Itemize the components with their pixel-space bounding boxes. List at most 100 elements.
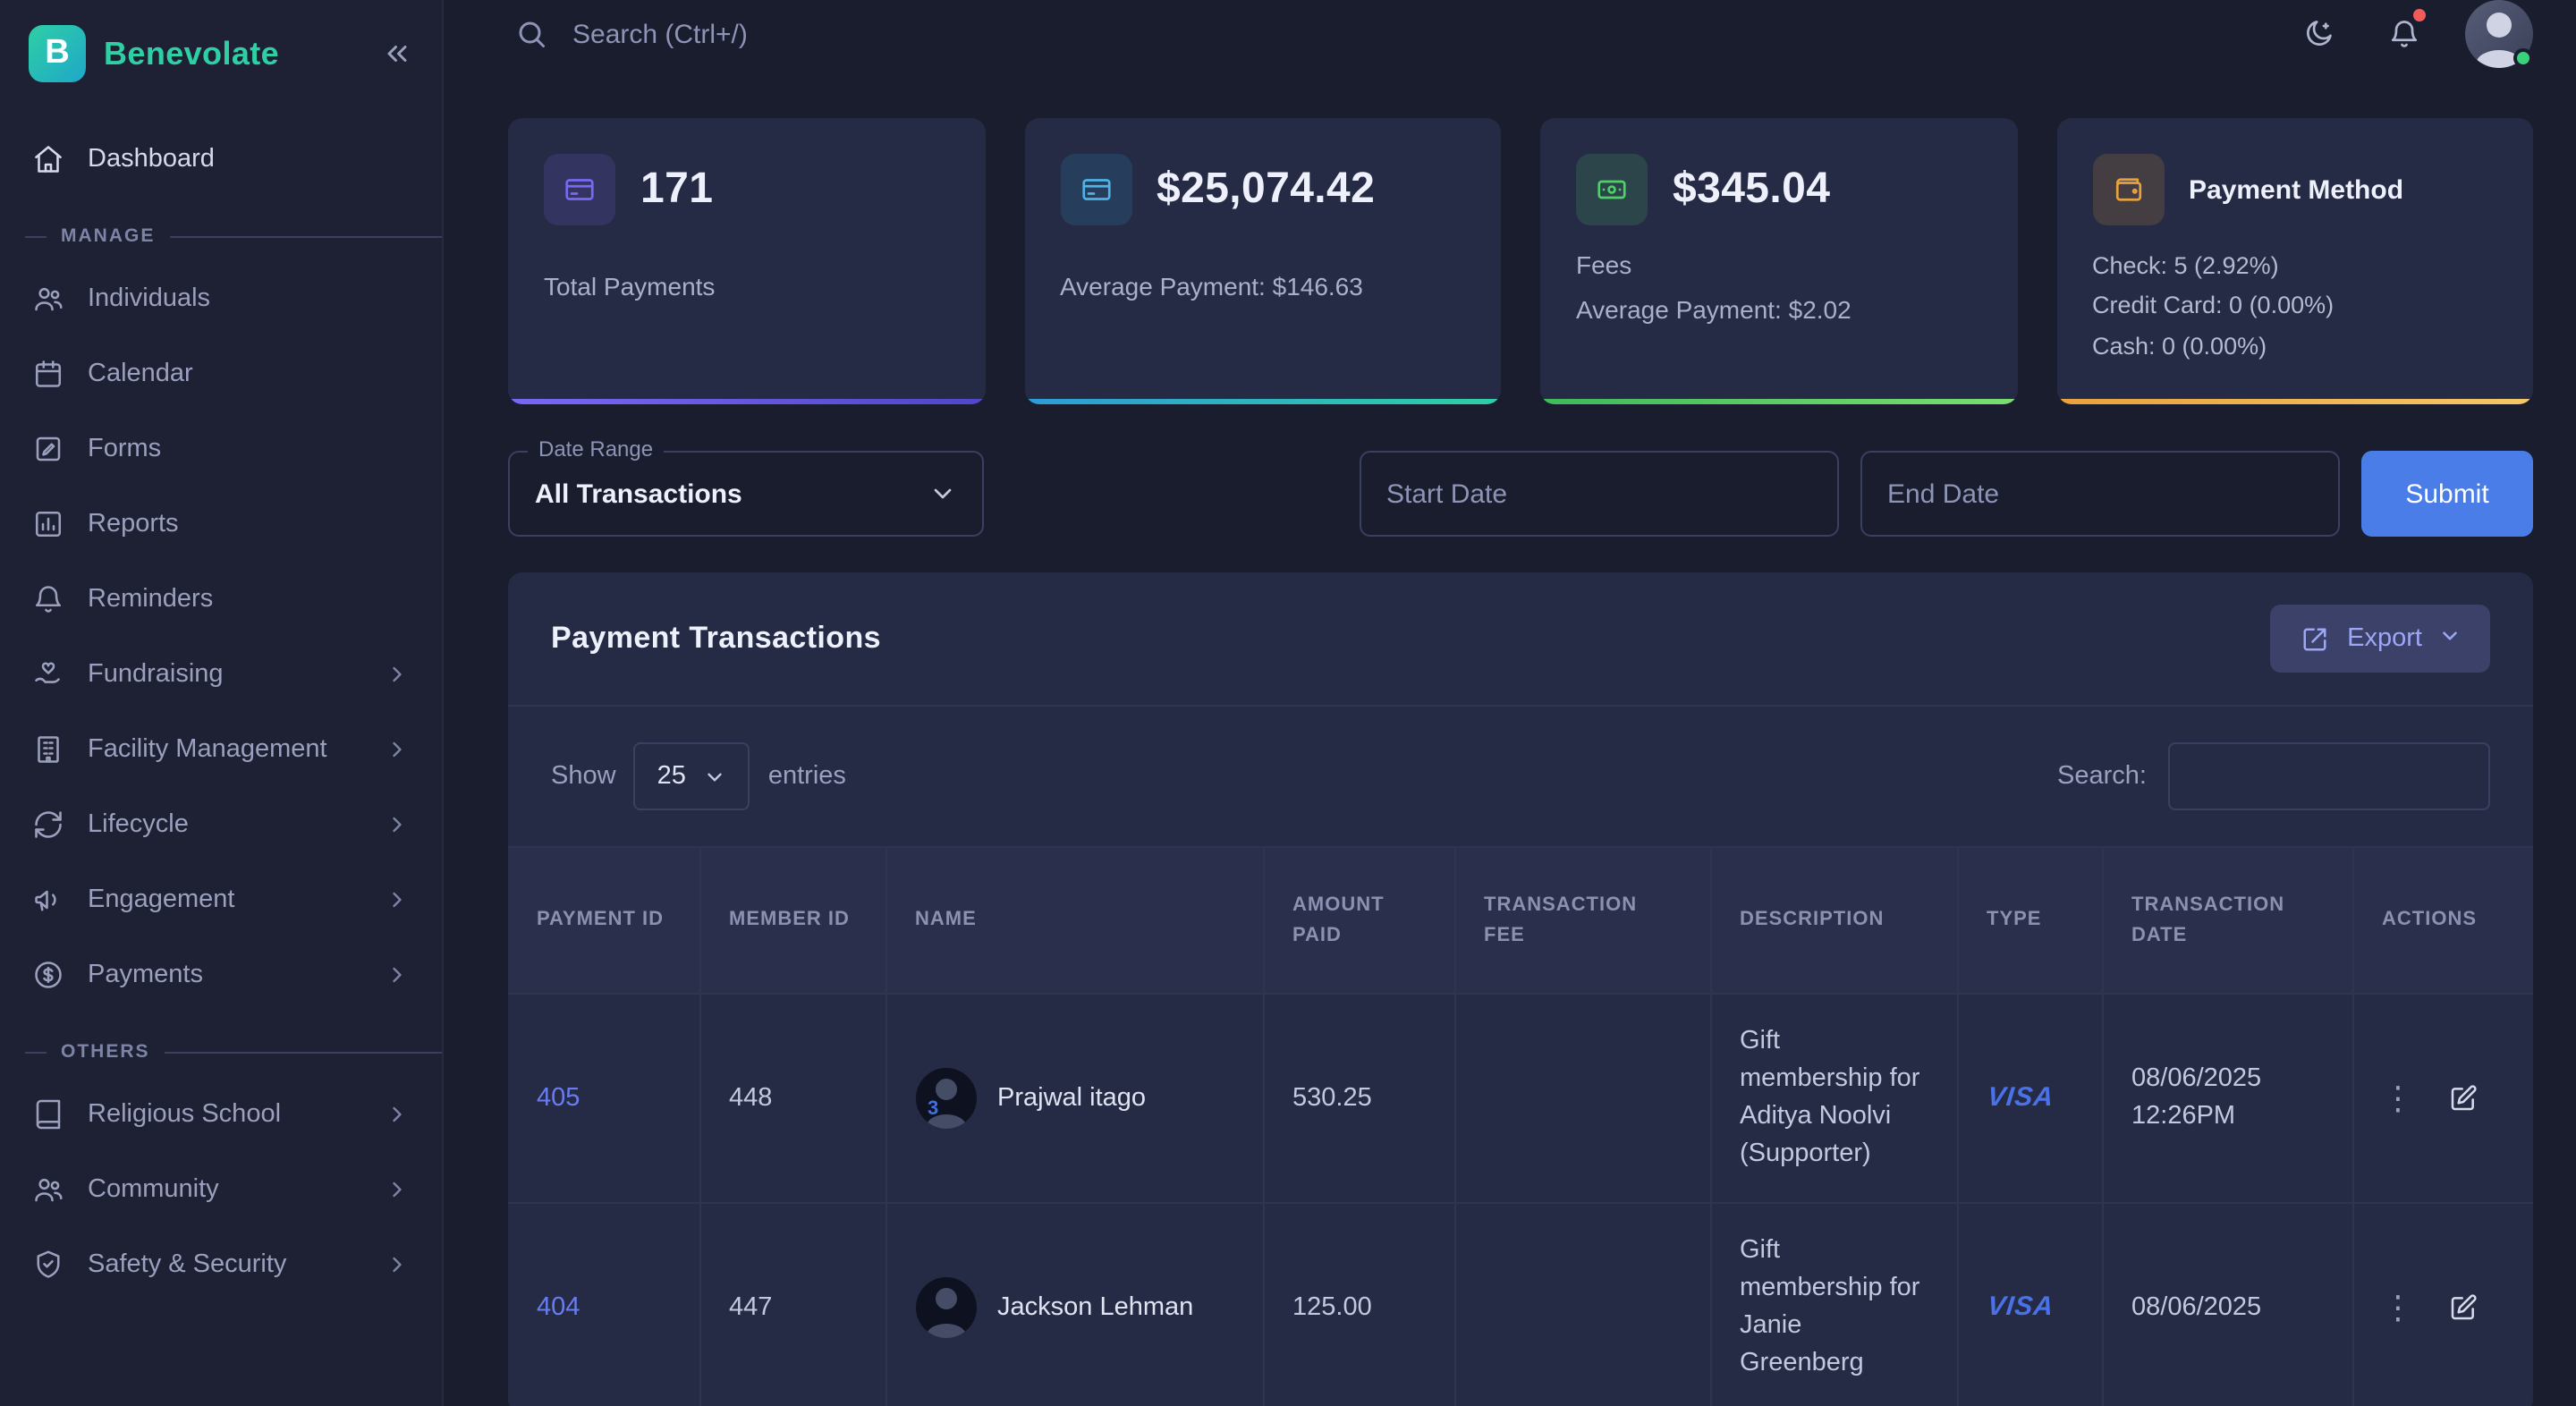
page: B Benevolate Dashboard MANAGE Individual… [0, 0, 2576, 1406]
end-date-input[interactable] [1860, 451, 2340, 537]
edit-icon [2446, 1084, 2479, 1113]
payment-method-title: Payment Method [2189, 174, 2403, 205]
date-range-value: All Transactions [535, 479, 928, 509]
table-row: 405 448 3 Prajwal itago 530.25 Gift memb… [508, 994, 2533, 1203]
chevron-right-icon [385, 1177, 410, 1202]
sidebar-item-lifecycle[interactable]: Lifecycle [0, 787, 442, 862]
chevron-right-icon [385, 812, 410, 837]
sidebar-item-payments[interactable]: Payments [0, 937, 442, 1012]
search-icon [515, 18, 547, 50]
date-range-select[interactable]: Date Range All Transactions [508, 451, 984, 537]
col-member-id[interactable]: MEMBER ID [699, 847, 886, 994]
payment-transactions-panel: Payment Transactions Export Show 25 entr… [508, 572, 2533, 1406]
main-content: 171 Total Payments $25,074.42 Average Pa… [444, 68, 2576, 1406]
payment-method-credit-card: Credit Card: 0 (0.00%) [2092, 287, 2497, 327]
total-payments-label: Total Payments [544, 272, 949, 301]
sidebar-item-label: Safety & Security [88, 1250, 286, 1279]
sidebar-item-label: Facility Management [88, 735, 327, 764]
page-size-value: 25 [657, 762, 686, 791]
sidebar-item-engagement[interactable]: Engagement [0, 862, 442, 937]
home-icon [32, 143, 64, 175]
notification-dot [2413, 9, 2426, 21]
hand-heart-icon [32, 658, 64, 690]
sidebar-item-label: Religious School [88, 1100, 281, 1129]
megaphone-icon [32, 884, 64, 916]
sidebar-item-label: Dashboard [88, 145, 215, 174]
fees-value: $345.04 [1673, 165, 1830, 215]
book-icon [32, 1098, 64, 1131]
bell-icon [32, 583, 64, 615]
payment-id-link[interactable]: 404 [537, 1292, 580, 1321]
sidebar-item-reports[interactable]: Reports [0, 487, 442, 562]
sidebar-item-label: Fundraising [88, 660, 224, 689]
start-date-input[interactable] [1360, 451, 1839, 537]
kebab-menu-icon[interactable]: ⋮ [2382, 1082, 2414, 1114]
payment-id-link[interactable]: 405 [537, 1083, 580, 1112]
average-payment-label: Average Payment: $146.63 [1060, 272, 1465, 301]
sidebar-section-manage: MANAGE [0, 225, 442, 247]
sidebar-item-reminders[interactable]: Reminders [0, 562, 442, 637]
col-name[interactable]: NAME [886, 847, 1263, 994]
sidebar-item-label: Forms [88, 435, 161, 463]
stat-card-payment-method: Payment Method Check: 5 (2.92%) Credit C… [2056, 118, 2533, 404]
sidebar-item-individuals[interactable]: Individuals [0, 261, 442, 336]
global-search-input[interactable] [572, 19, 1109, 49]
table-controls: Show 25 entries Search: [508, 707, 2533, 846]
dollar-circle-icon [32, 959, 64, 991]
col-amount-paid[interactable]: AMOUNT PAID [1263, 847, 1454, 994]
sidebar: B Benevolate Dashboard MANAGE Individual… [0, 0, 444, 1406]
sidebar-item-label: Calendar [88, 360, 193, 388]
col-description[interactable]: DESCRIPTION [1710, 847, 1957, 994]
export-button[interactable]: Export [2270, 605, 2490, 673]
sidebar-item-label: Individuals [88, 284, 210, 313]
col-transaction-fee[interactable]: TRANSACTION FEE [1454, 847, 1710, 994]
edit-button[interactable] [2446, 1084, 2479, 1113]
col-payment-id[interactable]: PAYMENT ID [508, 847, 699, 994]
sidebar-item-dashboard[interactable]: Dashboard [0, 122, 442, 197]
payments-count-icon [544, 154, 615, 225]
table-row: 404 447 Jackson Lehman 125.00 Gift membe… [508, 1203, 2533, 1406]
description-cell: Gift membership for Janie Greenberg [1710, 1203, 1957, 1406]
dark-mode-toggle[interactable] [2293, 9, 2343, 59]
col-type[interactable]: TYPE [1957, 847, 2102, 994]
chevron-down-icon [704, 765, 727, 788]
sidebar-item-facility-management[interactable]: Facility Management [0, 712, 442, 787]
table-search-input[interactable] [2168, 742, 2490, 810]
accent-bar [2056, 399, 2533, 404]
shield-icon [32, 1249, 64, 1281]
sidebar-item-fundraising[interactable]: Fundraising [0, 637, 442, 712]
member-id-cell: 448 [699, 994, 886, 1203]
col-transaction-date[interactable]: TRANSACTION DATE [2102, 847, 2352, 994]
payment-method-check: Check: 5 (2.92%) [2092, 247, 2497, 287]
bell-icon [2388, 16, 2420, 52]
member-id-cell: 447 [699, 1203, 886, 1406]
edit-button[interactable] [2446, 1293, 2479, 1322]
transaction-fee-cell [1454, 994, 1710, 1203]
sidebar-collapse-button[interactable] [381, 38, 413, 70]
sidebar-item-calendar[interactable]: Calendar [0, 336, 442, 411]
edit-icon [2446, 1293, 2479, 1322]
export-label: Export [2347, 624, 2422, 653]
user-menu-button[interactable] [2465, 0, 2533, 68]
submit-button[interactable]: Submit [2361, 451, 2533, 537]
users-icon [32, 283, 64, 315]
sidebar-item-forms[interactable]: Forms [0, 411, 442, 487]
sidebar-item-label: Payments [88, 961, 203, 989]
kebab-menu-icon[interactable]: ⋮ [2382, 1292, 2414, 1324]
notifications-button[interactable] [2379, 9, 2429, 59]
sidebar-item-community[interactable]: Community [0, 1152, 442, 1227]
sidebar-item-religious-school[interactable]: Religious School [0, 1077, 442, 1152]
online-status-dot [2513, 48, 2533, 68]
fees-icon [1576, 154, 1648, 225]
amount-paid-cell: 125.00 [1263, 1203, 1454, 1406]
table-search-label: Search: [2057, 762, 2147, 791]
form-edit-icon [32, 433, 64, 465]
sidebar-item-safety-security[interactable]: Safety & Security [0, 1227, 442, 1302]
accent-bar [1024, 399, 1501, 404]
accent-bar [508, 399, 985, 404]
page-size-select[interactable]: 25 [634, 742, 750, 810]
visa-logo: VISA [1985, 1288, 2055, 1327]
chevron-down-icon [928, 479, 957, 508]
sidebar-item-label: Reports [88, 510, 179, 538]
stat-card-total-amount: $25,074.42 Average Payment: $146.63 [1024, 118, 1501, 404]
